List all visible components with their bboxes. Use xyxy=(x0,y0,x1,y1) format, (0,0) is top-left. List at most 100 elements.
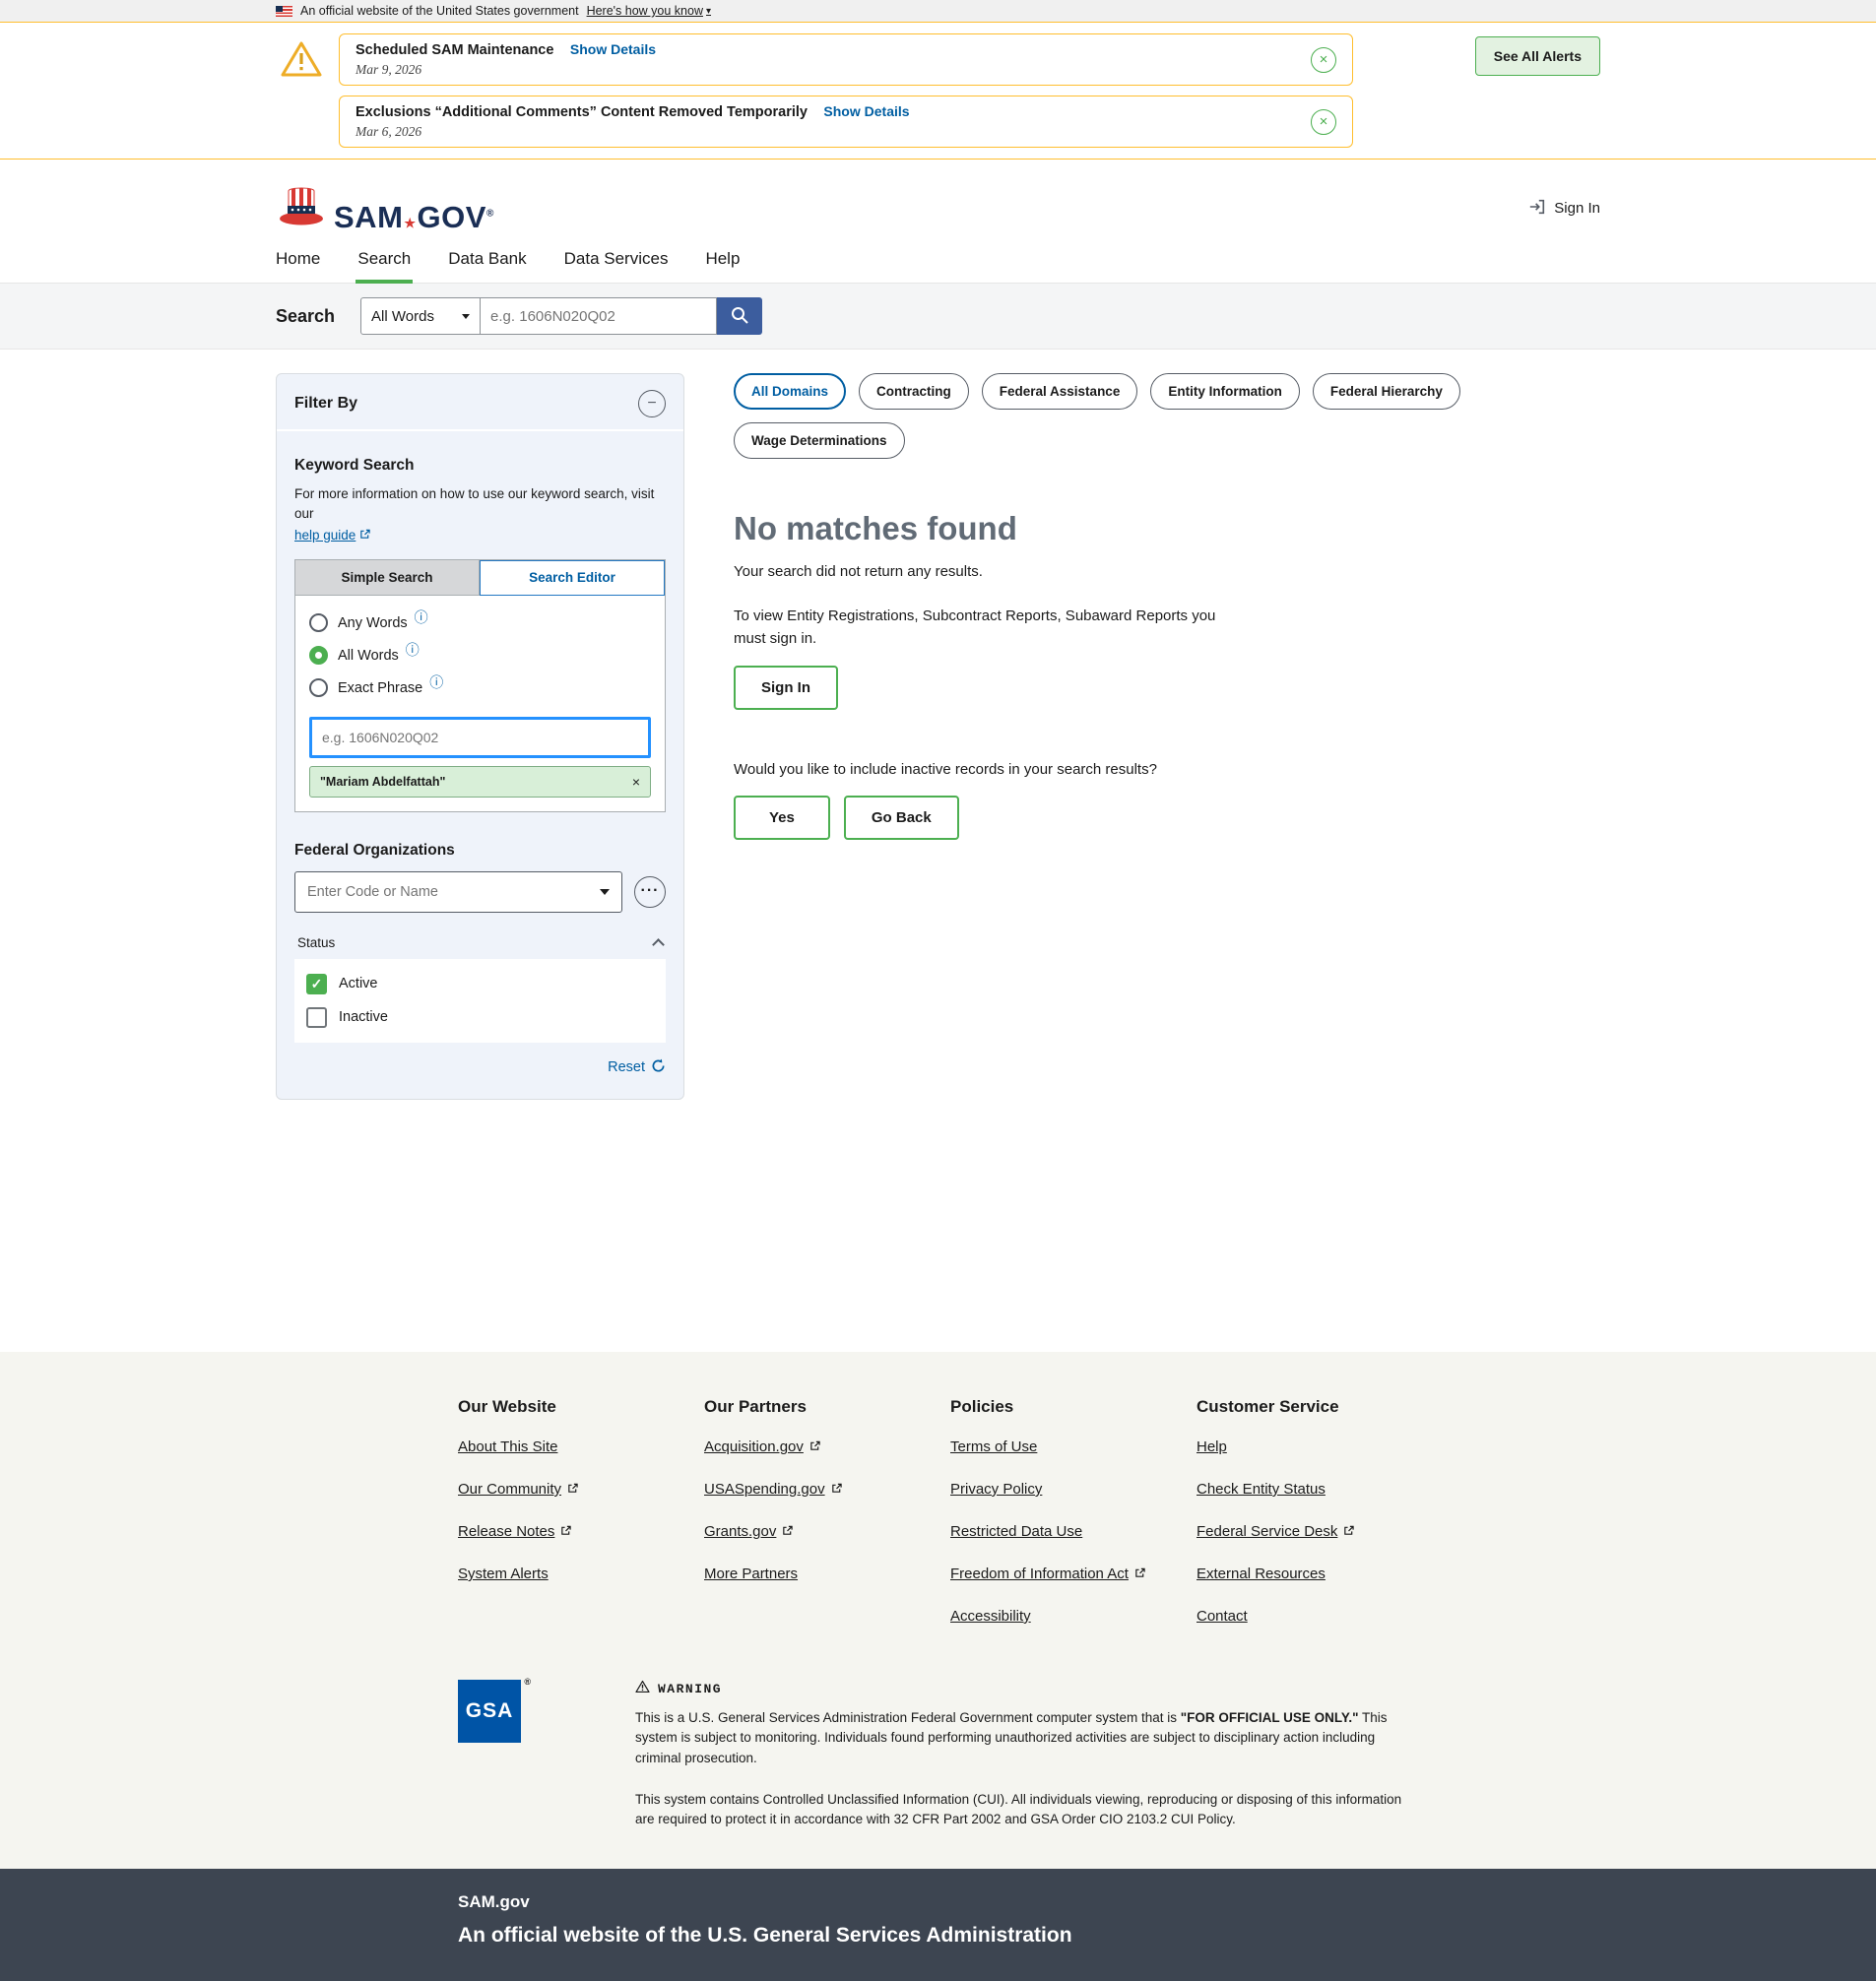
see-all-alerts-button[interactable]: See All Alerts xyxy=(1475,36,1600,76)
footer-link-restricted-data-use[interactable]: Restricted Data Use xyxy=(950,1523,1082,1540)
footer-link-system-alerts[interactable]: System Alerts xyxy=(458,1566,549,1582)
nav-item-search[interactable]: Search xyxy=(357,249,411,269)
pill-federal-assistance[interactable]: Federal Assistance xyxy=(982,373,1138,410)
sign-in-icon xyxy=(1528,198,1546,220)
domain-filter-pills: All Domains Contracting Federal Assistan… xyxy=(734,373,1600,459)
pill-federal-hierarchy[interactable]: Federal Hierarchy xyxy=(1313,373,1460,410)
reset-filters-link[interactable]: Reset xyxy=(608,1058,666,1077)
footer-col-heading: Customer Service xyxy=(1197,1397,1443,1417)
footer-col-our-website: Our Website About This Site Our Communit… xyxy=(458,1397,704,1650)
registered-mark: ® xyxy=(486,209,494,220)
remove-chip-icon[interactable]: × xyxy=(632,774,640,790)
radio-row-exact-phrase: Exact Phrase ⓘ xyxy=(309,678,651,698)
footer-link-release-notes[interactable]: Release Notes xyxy=(458,1523,571,1540)
footer-link-label: Terms of Use xyxy=(950,1438,1037,1455)
pill-all-domains[interactable]: All Domains xyxy=(734,373,846,410)
alert-title: Scheduled SAM Maintenance xyxy=(356,42,553,58)
nav-item-help[interactable]: Help xyxy=(705,249,740,269)
more-options-button[interactable]: ··· xyxy=(634,876,666,908)
footer-link-label: System Alerts xyxy=(458,1566,549,1582)
close-alert-button[interactable]: × xyxy=(1311,109,1336,135)
show-details-link[interactable]: Show Details xyxy=(570,41,656,57)
any-words-radio[interactable] xyxy=(309,613,328,632)
footer-link-federal-service-desk[interactable]: Federal Service Desk xyxy=(1197,1523,1354,1540)
external-link-icon xyxy=(359,526,370,545)
pill-contracting[interactable]: Contracting xyxy=(859,373,969,410)
nav-item-data-bank[interactable]: Data Bank xyxy=(448,249,526,269)
gov-banner-text: An official website of the United States… xyxy=(300,4,579,18)
sam-gov-logo[interactable]: SAM★GOV® xyxy=(276,185,494,231)
footer-link-grants-gov[interactable]: Grants.gov xyxy=(704,1523,793,1540)
collapse-filters-button[interactable]: − xyxy=(638,390,666,417)
show-details-link[interactable]: Show Details xyxy=(823,103,909,119)
footer-link-help[interactable]: Help xyxy=(1197,1438,1227,1455)
logo-sam: SAM xyxy=(334,200,403,234)
footer-link-our-community[interactable]: Our Community xyxy=(458,1481,578,1498)
footer-link-accessibility[interactable]: Accessibility xyxy=(950,1608,1031,1625)
keyword-search-heading: Keyword Search xyxy=(294,457,666,475)
all-words-radio[interactable] xyxy=(309,646,328,665)
info-icon[interactable]: ⓘ xyxy=(406,640,420,660)
footer-link-foia[interactable]: Freedom of Information Act xyxy=(950,1566,1145,1582)
gsa-logo-text: GSA xyxy=(466,1699,514,1723)
tab-search-editor[interactable]: Search Editor xyxy=(480,560,665,596)
info-icon[interactable]: ⓘ xyxy=(415,607,428,627)
help-guide-link[interactable]: help guide xyxy=(294,526,370,545)
inactive-checkbox[interactable] xyxy=(306,1007,327,1028)
no-matches-subtitle: Your search did not return any results. xyxy=(734,563,1600,580)
footer-link-usaspending-gov[interactable]: USASpending.gov xyxy=(704,1481,842,1498)
exact-phrase-radio[interactable] xyxy=(309,678,328,697)
status-section-header[interactable]: Status xyxy=(294,927,666,959)
keyword-chip-label: "Mariam Abdelfattah" xyxy=(320,775,445,789)
footer-link-about-this-site[interactable]: About This Site xyxy=(458,1438,557,1455)
footer-link-external-resources[interactable]: External Resources xyxy=(1197,1566,1326,1582)
footer-link-label: About This Site xyxy=(458,1438,557,1455)
radio-row-any-words: Any Words ⓘ xyxy=(309,613,651,633)
search-button[interactable] xyxy=(717,297,762,335)
footer-link-check-entity-status[interactable]: Check Entity Status xyxy=(1197,1481,1326,1498)
go-back-button[interactable]: Go Back xyxy=(844,796,959,840)
how-you-know-link[interactable]: Here's how you know▾ xyxy=(587,4,711,18)
yes-button[interactable]: Yes xyxy=(734,796,830,840)
footer-link-contact[interactable]: Contact xyxy=(1197,1608,1248,1625)
radio-row-all-words: All Words ⓘ xyxy=(309,646,651,666)
nav-item-home[interactable]: Home xyxy=(276,249,320,269)
warning-paragraph-1: This is a U.S. General Services Administ… xyxy=(635,1708,1408,1768)
external-link-icon xyxy=(831,1481,842,1498)
close-alert-button[interactable]: × xyxy=(1311,47,1336,73)
all-words-label: All Words xyxy=(338,648,399,664)
footer-link-terms-of-use[interactable]: Terms of Use xyxy=(950,1438,1037,1455)
gsa-logo: GSA ® xyxy=(458,1680,521,1743)
footer-col-customer-service: Customer Service Help Check Entity Statu… xyxy=(1197,1397,1443,1650)
caret-down-icon xyxy=(462,314,470,319)
search-bar: Search All Words xyxy=(0,284,1876,350)
footer-col-heading: Policies xyxy=(950,1397,1197,1417)
sign-in-link[interactable]: Sign In xyxy=(1528,198,1600,220)
sign-in-note: To view Entity Registrations, Subcontrac… xyxy=(734,606,1226,650)
page-footer: Our Website About This Site Our Communit… xyxy=(0,1352,1876,1869)
footer-link-acquisition-gov[interactable]: Acquisition.gov xyxy=(704,1438,820,1455)
footer-link-label: USASpending.gov xyxy=(704,1481,825,1498)
tab-simple-search[interactable]: Simple Search xyxy=(295,560,480,596)
info-icon[interactable]: ⓘ xyxy=(429,672,443,692)
top-hat-icon xyxy=(276,185,327,231)
inactive-records-question: Would you like to include inactive recor… xyxy=(734,761,1600,778)
search-mode-value: All Words xyxy=(371,308,434,325)
pill-entity-information[interactable]: Entity Information xyxy=(1150,373,1300,410)
federal-org-select[interactable]: Enter Code or Name xyxy=(294,871,622,913)
active-checkbox[interactable]: ✓ xyxy=(306,974,327,994)
reset-label: Reset xyxy=(608,1059,645,1075)
footer-link-more-partners[interactable]: More Partners xyxy=(704,1566,798,1582)
warning-paragraph-2: This system contains Controlled Unclassi… xyxy=(635,1790,1408,1830)
exact-phrase-label: Exact Phrase xyxy=(338,680,422,696)
footer-link-privacy-policy[interactable]: Privacy Policy xyxy=(950,1481,1042,1498)
nav-item-data-services[interactable]: Data Services xyxy=(564,249,669,269)
keyword-input[interactable] xyxy=(309,717,651,758)
search-icon xyxy=(730,305,749,328)
sign-in-button[interactable]: Sign In xyxy=(734,666,838,710)
pill-wage-determinations[interactable]: Wage Determinations xyxy=(734,422,905,459)
federal-org-placeholder: Enter Code or Name xyxy=(307,884,438,900)
search-mode-select[interactable]: All Words xyxy=(360,297,481,335)
search-input[interactable] xyxy=(481,297,717,335)
alert-date: Mar 6, 2026 xyxy=(356,124,910,140)
